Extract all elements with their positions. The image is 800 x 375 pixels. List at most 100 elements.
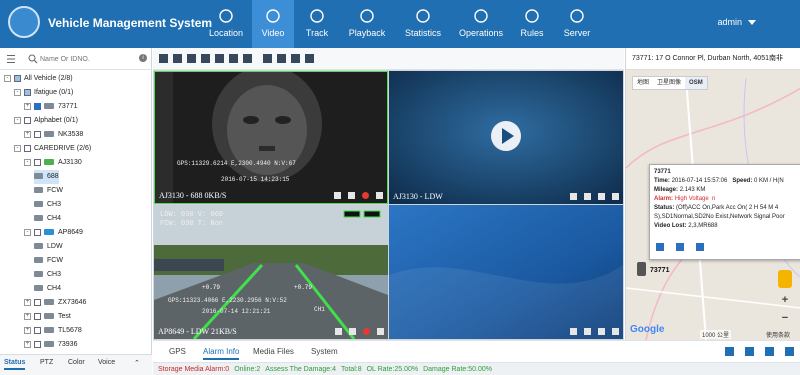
vehicle-marker-icon[interactable] xyxy=(637,262,646,276)
nav-operations[interactable]: Operations xyxy=(452,0,510,48)
tree-checkbox[interactable] xyxy=(24,88,31,96)
bottom-tab-media-files[interactable]: Media Files xyxy=(253,347,294,356)
nav-track[interactable]: Track xyxy=(295,0,339,48)
play-icon[interactable] xyxy=(489,119,523,153)
tree-node-vehicle[interactable]: - AJ3130 xyxy=(24,156,82,170)
info-icon[interactable]: i xyxy=(139,54,147,62)
tree-node-channel[interactable]: FCW xyxy=(34,254,63,268)
nav-server[interactable]: Server xyxy=(555,0,599,48)
arrow-up-icon[interactable] xyxy=(656,243,664,251)
snapshot-icon[interactable] xyxy=(334,192,341,200)
expand-icon[interactable]: + xyxy=(24,312,31,320)
collapse-icon[interactable]: - xyxy=(14,116,21,124)
collapse-icon[interactable]: - xyxy=(24,158,31,166)
tree-node-channel[interactable]: FCW xyxy=(34,184,63,198)
collapse-icon[interactable]: - xyxy=(14,88,21,96)
tree-node-channel[interactable]: LDW xyxy=(34,240,63,254)
bottom-tab-gps[interactable]: GPS xyxy=(169,347,186,356)
nav-video[interactable]: Video xyxy=(252,0,294,48)
collapse-icon[interactable]: - xyxy=(4,74,11,82)
search-input[interactable] xyxy=(40,53,130,65)
layout-4x4-icon[interactable] xyxy=(201,54,210,63)
tree-checkbox[interactable] xyxy=(24,144,31,152)
tree-checkbox[interactable] xyxy=(34,298,41,306)
upload-icon[interactable] xyxy=(676,243,684,251)
expand-icon[interactable]: + xyxy=(24,130,31,138)
layout-custom-icon[interactable] xyxy=(215,54,224,63)
tree-node-vehicle[interactable]: + ZX73646 xyxy=(24,296,86,310)
tree-checkbox[interactable] xyxy=(34,158,41,166)
record-all-icon[interactable] xyxy=(291,54,300,63)
tree-checkbox[interactable] xyxy=(34,312,41,320)
stop-icon[interactable] xyxy=(348,192,355,200)
map-type-option[interactable]: OSM xyxy=(685,77,707,89)
tree-node-channel[interactable]: CH4 xyxy=(34,282,61,296)
tree-node-vehicle[interactable]: +73771 xyxy=(24,100,77,114)
tree-node-channel[interactable]: CH3 xyxy=(34,268,61,282)
zoom-out-button[interactable]: − xyxy=(778,311,792,325)
street-view-pegman-icon[interactable] xyxy=(778,270,792,288)
list-icon[interactable] xyxy=(6,54,16,64)
map-panel[interactable]: 73771: 17 O Connor Pl, Durban North, 405… xyxy=(625,48,800,340)
settings-icon[interactable] xyxy=(765,347,774,356)
nav-rules[interactable]: Rules xyxy=(512,0,552,48)
fit-screen-icon[interactable] xyxy=(243,54,252,63)
tree-node-group[interactable]: - CAREDRIVE (2/6) xyxy=(14,142,91,156)
map-terms-link[interactable]: 使用条款 xyxy=(766,330,790,339)
play-small-icon[interactable] xyxy=(584,193,591,201)
tree-node-channel[interactable]: CH4 xyxy=(34,212,61,226)
tree-checkbox[interactable] xyxy=(14,74,21,82)
expand-icon[interactable] xyxy=(785,347,794,356)
expand-icon[interactable]: + xyxy=(24,298,31,306)
filter-icon[interactable] xyxy=(745,347,754,356)
left-tab-status[interactable]: Status xyxy=(4,359,26,370)
fullscreen-icon[interactable] xyxy=(612,193,619,201)
tree-node-group[interactable]: - All Vehicle (2/8) xyxy=(4,72,73,86)
collapse-icon[interactable]: - xyxy=(24,228,31,236)
left-tab-color[interactable]: Color xyxy=(68,359,85,366)
search-icon[interactable] xyxy=(28,54,38,64)
nav-statistics[interactable]: Statistics xyxy=(396,0,450,48)
layout-2x2-icon[interactable] xyxy=(173,54,182,63)
record-icon[interactable] xyxy=(363,328,370,336)
video-pane-1[interactable]: GPS:11329.6214 E,2300.4940 N:V:67 2016-0… xyxy=(154,71,388,204)
nav-playback[interactable]: Playback xyxy=(340,0,394,48)
fullscreen-icon[interactable] xyxy=(376,192,383,200)
tree-checkbox[interactable] xyxy=(34,130,41,138)
tree-node-vehicle[interactable]: + NK3538 xyxy=(24,128,83,142)
expand-icon[interactable]: + xyxy=(24,102,31,110)
tree-checkbox[interactable] xyxy=(34,340,41,348)
tree-node-vehicle[interactable]: + TL5678 xyxy=(24,324,82,338)
mute-icon[interactable] xyxy=(598,193,605,201)
tree-checkbox[interactable] xyxy=(34,102,41,110)
map-type-option[interactable]: 卫星图像 xyxy=(653,77,685,89)
tree-node-channel[interactable]: 688 xyxy=(34,170,59,184)
collapse-panel-icon[interactable]: ⌃ xyxy=(134,359,140,367)
bottom-tab-system[interactable]: System xyxy=(311,347,338,356)
tree-node-vehicle[interactable]: - AP8649 xyxy=(24,226,83,240)
user-menu[interactable]: admin xyxy=(717,17,756,27)
tool-icon[interactable] xyxy=(696,243,704,251)
settings-icon[interactable] xyxy=(305,54,314,63)
fullscreen-icon[interactable] xyxy=(377,328,384,336)
expand-icon[interactable]: + xyxy=(24,340,31,348)
tree-node-channel[interactable]: CH3 xyxy=(34,198,61,212)
collapse-icon[interactable]: - xyxy=(14,144,21,152)
bottom-tab-alarm-info[interactable]: Alarm Info xyxy=(203,347,240,360)
fullscreen-icon[interactable] xyxy=(612,328,619,336)
map-type-option[interactable]: 地图 xyxy=(633,77,653,89)
layout-3x3-icon[interactable] xyxy=(187,54,196,63)
tree-node-vehicle[interactable]: + Test xyxy=(24,310,71,324)
stop-icon[interactable] xyxy=(349,328,356,336)
play-small-icon[interactable] xyxy=(584,328,591,336)
tree-node-group[interactable]: - Alphabet (0/1) xyxy=(14,114,78,128)
snapshot-icon[interactable] xyxy=(570,193,577,201)
record-icon[interactable] xyxy=(362,192,369,200)
snapshot-icon[interactable] xyxy=(335,328,342,336)
zoom-in-button[interactable]: + xyxy=(778,293,792,307)
tree-checkbox[interactable] xyxy=(34,326,41,334)
tree-node-vehicle[interactable]: +73936 xyxy=(24,338,77,352)
mute-icon[interactable] xyxy=(598,328,605,336)
left-tab-ptz[interactable]: PTZ xyxy=(40,359,53,366)
tree-node-group[interactable]: - Ifatigue (0/1) xyxy=(14,86,73,100)
